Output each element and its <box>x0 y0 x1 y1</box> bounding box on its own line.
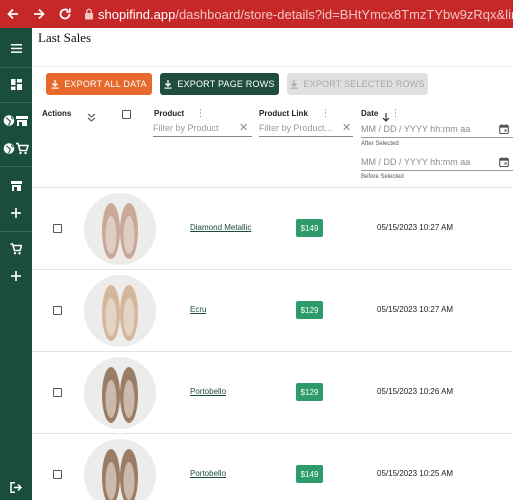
sidebar-divider <box>0 67 32 68</box>
product-image[interactable] <box>84 439 156 500</box>
sidebar <box>0 28 32 500</box>
product-link[interactable]: Ecru <box>190 305 206 314</box>
store-icon[interactable] <box>0 174 32 198</box>
select-all-checkbox[interactable] <box>122 110 131 119</box>
price-badge[interactable]: $129 <box>296 301 323 319</box>
product-image[interactable] <box>84 193 156 265</box>
export-selected-label: EXPORT SELECTED ROWS <box>303 79 425 89</box>
product-filter-underline <box>153 136 252 137</box>
product-column-menu-icon[interactable]: ⋮ <box>196 108 205 119</box>
price-badge[interactable]: $149 <box>296 465 323 483</box>
sale-date: 05/15/2023 10:26 AM <box>377 387 454 396</box>
row-divider <box>32 433 513 434</box>
export-selected-button[interactable]: EXPORT SELECTED ROWS <box>287 73 428 95</box>
title-divider <box>32 66 513 67</box>
calendar-icon[interactable] <box>499 124 509 134</box>
lock-icon <box>84 7 94 21</box>
row-checkbox[interactable] <box>53 306 62 315</box>
main-content: Last Sales EXPORT ALL DATA EXPORT PAGE R… <box>32 28 513 500</box>
cart-icon[interactable] <box>0 237 32 261</box>
date-after-underline <box>361 137 513 138</box>
download-icon <box>51 79 59 89</box>
url-path: /dashboard/store-details?id=BHtYmcx8TmzT… <box>175 6 513 22</box>
back-icon[interactable] <box>0 0 26 28</box>
column-header-product[interactable]: Product <box>154 109 184 118</box>
menu-icon[interactable] <box>0 36 32 60</box>
product-link[interactable]: Portobello <box>190 469 226 478</box>
expand-all-icon[interactable] <box>87 109 96 127</box>
product-link-column-menu-icon[interactable]: ⋮ <box>321 108 330 119</box>
date-after-helper: After Selected <box>361 141 399 147</box>
date-column-menu-icon[interactable]: ⋮ <box>391 108 400 119</box>
sale-date: 05/15/2023 10:27 AM <box>377 223 454 232</box>
clear-product-link-filter-icon[interactable]: ✕ <box>342 121 351 134</box>
product-link-filter-underline <box>259 136 353 137</box>
download-icon <box>290 79 298 89</box>
url-host: shopifind.app <box>98 6 176 22</box>
column-header-actions: Actions <box>42 109 72 118</box>
date-after-input[interactable]: MM / DD / YYYY hh:mm aa <box>361 124 470 134</box>
globe-store-icon[interactable] <box>0 108 32 132</box>
export-page-label: EXPORT PAGE ROWS <box>177 79 275 89</box>
date-before-underline <box>361 170 513 171</box>
row-checkbox[interactable] <box>53 224 62 233</box>
product-link-filter-input[interactable]: Filter by Product... <box>259 123 332 133</box>
sidebar-divider <box>0 231 32 232</box>
export-all-button[interactable]: EXPORT ALL DATA <box>46 73 152 95</box>
product-filter-input[interactable]: Filter by Product <box>153 123 219 133</box>
download-icon <box>164 79 172 89</box>
browser-toolbar: shopifind.app/dashboard/store-details?id… <box>0 0 513 28</box>
price-badge[interactable]: $129 <box>296 383 323 401</box>
column-header-product-link[interactable]: Product Link <box>259 109 308 118</box>
clear-product-filter-icon[interactable]: ✕ <box>239 121 248 134</box>
product-image[interactable] <box>84 357 156 429</box>
price-badge[interactable]: $149 <box>296 219 323 237</box>
row-divider <box>32 269 513 270</box>
calendar-icon[interactable] <box>499 157 509 167</box>
product-image[interactable] <box>84 275 156 347</box>
row-checkbox[interactable] <box>53 388 62 397</box>
sale-date: 05/15/2023 10:27 AM <box>377 305 454 314</box>
export-page-button[interactable]: EXPORT PAGE ROWS <box>160 73 279 95</box>
reload-icon[interactable] <box>52 0 78 28</box>
sidebar-divider <box>0 102 32 103</box>
forward-icon[interactable] <box>26 0 52 28</box>
address-bar[interactable]: shopifind.app/dashboard/store-details?id… <box>78 0 513 28</box>
add-store-icon[interactable] <box>0 201 32 225</box>
add-cart-icon[interactable] <box>0 264 32 288</box>
sidebar-divider <box>0 166 32 167</box>
product-link[interactable]: Diamond Metallic <box>190 223 251 232</box>
logout-icon[interactable] <box>0 475 32 499</box>
row-divider <box>32 351 513 352</box>
export-all-label: EXPORT ALL DATA <box>64 79 147 89</box>
row-checkbox[interactable] <box>53 470 62 479</box>
header-divider <box>32 187 513 188</box>
column-header-date[interactable]: Date <box>361 109 378 118</box>
product-link[interactable]: Portobello <box>190 387 226 396</box>
dashboard-icon[interactable] <box>0 72 32 96</box>
page-title: Last Sales <box>38 30 92 45</box>
date-before-helper: Before Selected <box>361 174 404 180</box>
sale-date: 05/15/2023 10:25 AM <box>377 469 454 478</box>
globe-cart-icon[interactable] <box>0 136 32 160</box>
date-before-input[interactable]: MM / DD / YYYY hh:mm aa <box>361 157 470 167</box>
